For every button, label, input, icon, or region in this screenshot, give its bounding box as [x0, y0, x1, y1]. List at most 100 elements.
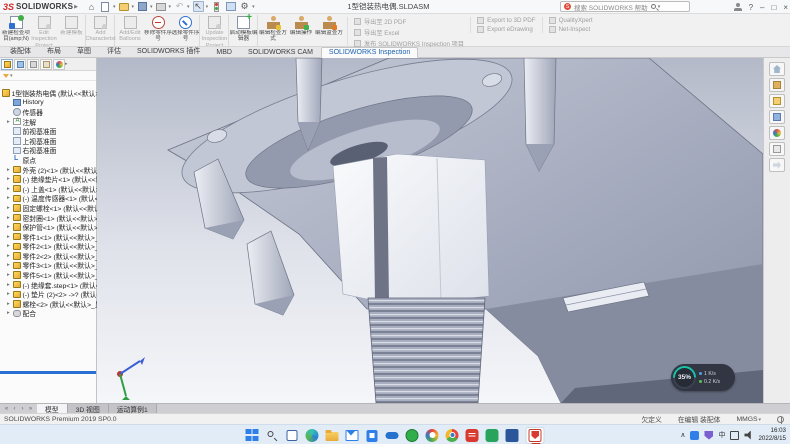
ribbon-button[interactable]: Edit Inspection Project [30, 15, 58, 46]
tree-item[interactable]: ▸ 零件1<1> (默认<<默认>_显示状态 [0, 232, 97, 242]
dimxpert-manager-tab[interactable] [40, 59, 52, 70]
undo-dropdown[interactable]: ▾ [187, 4, 190, 10]
minimize-button[interactable]: – [760, 3, 764, 12]
new-document-dropdown[interactable]: ▾ [113, 4, 116, 10]
tree-item[interactable]: ▸ (-) 绝缘套.step<1> (默认<<默认>_ [0, 280, 97, 290]
ribbon-tab[interactable]: 评估 [99, 44, 129, 58]
export-menu-item[interactable]: Export to 3D PDF [477, 17, 536, 24]
tree-item[interactable]: ▸ History [0, 98, 97, 108]
ribbon-button[interactable]: Update Inspection Project [201, 15, 229, 46]
ime-indicator[interactable]: 中 [718, 430, 725, 440]
export-menu-item[interactable]: 导出至 2D PDF [354, 17, 464, 26]
open-dropdown[interactable]: ▾ [132, 4, 135, 10]
undo-button[interactable]: ↶ [174, 1, 185, 12]
configuration-manager-tab[interactable] [27, 59, 39, 70]
design-tree-tab[interactable] [1, 59, 13, 70]
print-dropdown[interactable]: ▾ [169, 4, 172, 10]
export-menu-item[interactable]: QualityXpert [549, 17, 593, 24]
taskbar-icon[interactable] [366, 429, 379, 442]
graphics-viewport[interactable]: 35% 1 K/s 0.2 K/s [97, 58, 763, 403]
ribbon-button[interactable]: 新建模板 [58, 15, 86, 46]
appearances-scenes-tab[interactable] [769, 126, 785, 140]
display-tray-icon[interactable] [730, 431, 739, 440]
document-tab[interactable]: 3D 视图 [68, 404, 109, 413]
rebuild-button[interactable] [211, 1, 222, 12]
tree-item[interactable]: ▸ 零件3<1> (默认<<默认>_显示状态 [0, 261, 97, 271]
save-dropdown[interactable]: ▾ [150, 4, 153, 10]
tree-item[interactable]: ▸ 零件2<1> (默认<<默认>_显示状态 [0, 242, 97, 252]
ribbon-button[interactable]: 编辑操作 [287, 15, 315, 46]
file-explorer-tab[interactable] [769, 94, 785, 108]
ribbon-tab[interactable]: SOLIDWORKS CAM [240, 47, 321, 58]
taskbar-icon[interactable] [466, 429, 479, 442]
login-user-icon[interactable] [734, 3, 742, 11]
document-tab[interactable]: 运动算例1 [109, 404, 157, 413]
export-menu-item[interactable]: Net-Inspect [549, 26, 593, 33]
ribbon-button[interactable]: 选择零件序号 [172, 15, 200, 46]
taskbar-icon[interactable] [266, 429, 279, 442]
ribbon-tab[interactable]: 布局 [39, 44, 69, 58]
design-library-tab[interactable] [769, 78, 785, 92]
select-tool-button[interactable]: ↖ [193, 1, 204, 12]
taskbar-icon[interactable] [506, 429, 519, 442]
scroll-left-icon[interactable]: ‹ [11, 406, 18, 412]
ribbon-tab[interactable]: MBD [208, 47, 240, 58]
tree-item[interactable]: ▸ (-) 温度传感器<1> (默认<<默认>_ [0, 194, 97, 204]
tree-item[interactable]: ▸ 螺栓<2> (默认<<默认>_显示状态 [0, 299, 97, 309]
logo-expand-icon[interactable]: ▶ [74, 4, 78, 10]
filter-dropdown-icon[interactable]: ▾ [10, 73, 13, 79]
tree-item[interactable]: ▸ 原点 [0, 155, 97, 165]
help-button[interactable]: ? [749, 3, 753, 12]
taskbar-icon[interactable] [426, 429, 439, 442]
units-selector[interactable]: MMGS ▾ [736, 416, 761, 423]
tree-item[interactable]: ▸ 零件2<2> (默认<<默认>_显示状态 [0, 251, 97, 261]
taskbar-icon[interactable] [446, 429, 459, 442]
custom-properties-tab[interactable] [769, 142, 785, 156]
security-shield-icon[interactable] [704, 431, 713, 440]
forum-tab[interactable] [769, 158, 785, 172]
scroll-right-icon[interactable]: › [19, 406, 26, 412]
print-button[interactable] [156, 1, 167, 12]
tree-filter-bar[interactable]: ▾ [0, 71, 96, 81]
tab-overflow-icon[interactable]: ▸ [65, 61, 68, 67]
tray-expand-icon[interactable]: ∧ [680, 431, 685, 439]
scroll-first-icon[interactable]: « [3, 406, 10, 412]
ribbon-tab[interactable]: 草图 [69, 44, 99, 58]
taskbar-icon[interactable] [526, 427, 545, 444]
taskbar-icon[interactable] [386, 429, 399, 442]
volume-icon[interactable] [744, 431, 753, 440]
tree-item[interactable]: ▸ 传感器 [0, 107, 97, 117]
search-input[interactable]: S 搜索 SOLIDWORKS 帮助 ▾ [560, 1, 690, 12]
tree-item[interactable]: ▸ 外壳 (2)<1> (默认<<默认>_显示状 [0, 165, 97, 175]
tree-item[interactable]: ▸ 配合 [0, 309, 97, 319]
taskbar-icon[interactable] [346, 429, 359, 442]
taskbar-icon[interactable] [406, 429, 419, 442]
ribbon-tab[interactable]: 装配体 [2, 44, 39, 58]
save-button[interactable] [137, 1, 148, 12]
ribbon-button[interactable]: 编辑检查方式 [259, 15, 287, 46]
property-manager-tab[interactable] [14, 59, 26, 70]
tree-item[interactable]: ▸ (-) 上盖<1> (默认<<默认>_显示状 [0, 184, 97, 194]
scroll-last-icon[interactable]: » [27, 406, 34, 412]
options-dropdown[interactable]: ▾ [252, 4, 255, 10]
taskbar-icon[interactable] [326, 429, 339, 442]
tree-item[interactable]: ▸ 上视基准面 [0, 136, 97, 146]
close-button[interactable]: × [783, 3, 788, 12]
taskbar-icon[interactable] [306, 429, 319, 442]
tree-item[interactable]: ▸ 右视基准面 [0, 146, 97, 156]
ribbon-button[interactable]: Add Characteristic [87, 15, 115, 46]
taskbar-icon[interactable] [246, 429, 259, 442]
ribbon-tab[interactable]: SOLIDWORKS Inspection [321, 47, 418, 58]
tree-item[interactable]: ▸ 零件5<1> (默认<<默认>_显示状态 [0, 270, 97, 280]
ribbon-button[interactable]: 移除零件序号 [144, 15, 172, 46]
tree-item[interactable]: ▸ 保护管<1> (默认<<默认>_显示状 [0, 222, 97, 232]
ribbon-button[interactable]: 编辑监查方 [315, 15, 343, 46]
tray-app-icon[interactable] [690, 431, 699, 440]
taskbar-icon[interactable] [486, 429, 499, 442]
export-menu-item[interactable]: Export eDrawing [477, 26, 536, 33]
export-menu-item[interactable]: 导出至 Excel [354, 28, 464, 37]
display-settings-button[interactable] [225, 1, 236, 12]
view-palette-tab[interactable] [769, 110, 785, 124]
performance-monitor-overlay[interactable]: 35% 1 K/s 0.2 K/s [671, 364, 735, 391]
panel-splitter[interactable] [0, 371, 96, 374]
